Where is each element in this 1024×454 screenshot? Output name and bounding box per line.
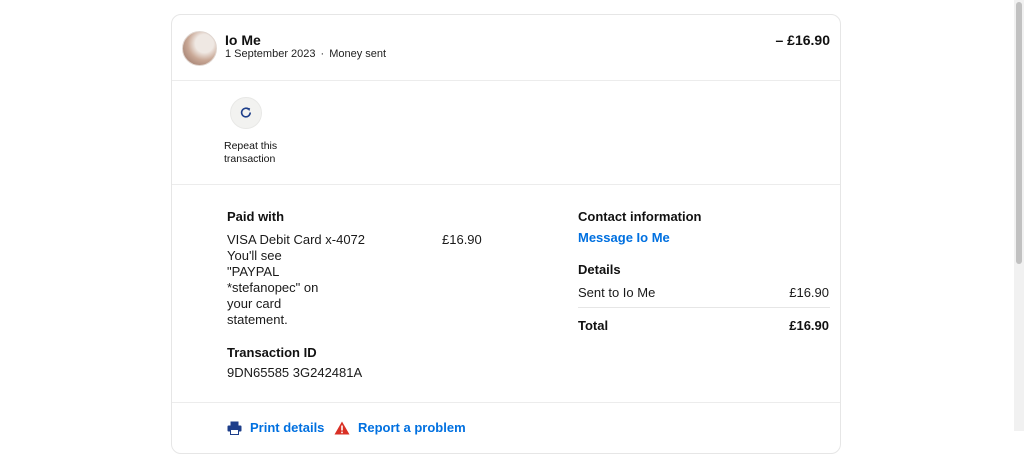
repeat-icon bbox=[240, 107, 252, 118]
page-scrollbar[interactable] bbox=[1014, 0, 1024, 431]
transaction-date: 1 September 2023 bbox=[225, 48, 316, 60]
details-divider bbox=[578, 307, 830, 308]
separator-dot: · bbox=[320, 48, 325, 60]
message-recipient-link[interactable]: Message Io Me bbox=[578, 230, 670, 245]
statement-note: You'll see "PAYPAL *stefanopec" on your … bbox=[227, 248, 319, 327]
warning-icon bbox=[334, 421, 350, 434]
report-problem-label: Report a problem bbox=[358, 420, 466, 435]
print-details-label: Print details bbox=[250, 420, 325, 435]
total-amount: £16.90 bbox=[789, 318, 829, 333]
paid-amount: £16.90 bbox=[442, 232, 482, 247]
printer-icon bbox=[227, 421, 242, 435]
details-heading: Details bbox=[578, 262, 621, 277]
transaction-amount: – £16.90 bbox=[775, 32, 831, 48]
sent-amount: £16.90 bbox=[789, 285, 829, 300]
details-section: Paid with VISA Debit Card x-4072 You'll … bbox=[172, 184, 840, 403]
card-name: VISA Debit Card x-4072 bbox=[227, 232, 366, 247]
transaction-id-heading: Transaction ID bbox=[227, 345, 317, 360]
total-label: Total bbox=[578, 318, 609, 333]
transaction-header: Io Me 1 September 2023 · Money sent – £16.… bbox=[172, 15, 840, 81]
transaction-id-value: 9DN65585 3G242481A bbox=[227, 365, 363, 380]
sent-to-label: Sent to Io Me bbox=[578, 285, 656, 300]
repeat-transaction-button[interactable] bbox=[230, 97, 262, 129]
recipient-name: Io Me bbox=[225, 32, 261, 48]
payment-method: VISA Debit Card x-4072 You'll see "PAYPA… bbox=[227, 232, 367, 328]
transaction-subline: 1 September 2023 · Money sent bbox=[225, 48, 386, 60]
footer-actions: Print details Report a problem bbox=[172, 402, 840, 453]
contact-heading: Contact information bbox=[578, 209, 702, 224]
report-problem-button[interactable]: Report a problem bbox=[334, 420, 466, 435]
avatar bbox=[182, 31, 217, 66]
transaction-card: Io Me 1 September 2023 · Money sent – £16.… bbox=[171, 14, 841, 454]
scrollbar-thumb[interactable] bbox=[1016, 2, 1022, 264]
paid-with-heading: Paid with bbox=[227, 209, 285, 224]
transaction-type: Money sent bbox=[329, 48, 387, 60]
repeat-section: Repeat this transaction bbox=[172, 80, 840, 185]
repeat-transaction-label[interactable]: Repeat this transaction bbox=[224, 140, 294, 166]
print-details-button[interactable]: Print details bbox=[227, 420, 324, 435]
